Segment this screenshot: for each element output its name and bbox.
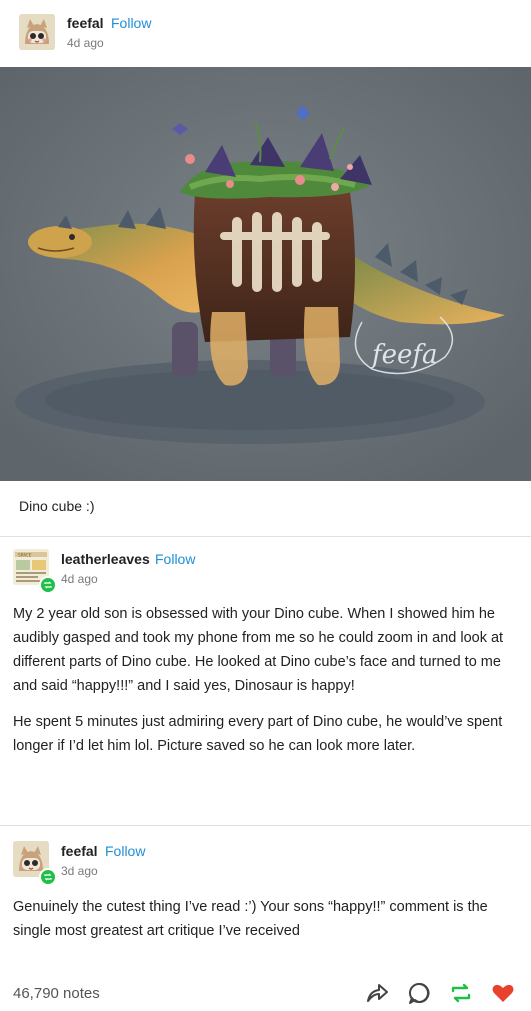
- post-author[interactable]: feefal: [67, 15, 104, 31]
- reblog-timestamp: 3d ago: [61, 864, 98, 878]
- like-icon[interactable]: [490, 980, 516, 1008]
- share-icon[interactable]: [364, 980, 390, 1008]
- follow-button[interactable]: Follow: [111, 15, 151, 31]
- paragraph: He spent 5 minutes just admiring every p…: [13, 714, 503, 754]
- paragraph: Genuinely the cutest thing I’ve read :’)…: [13, 899, 488, 939]
- reblog-badge-icon: [39, 576, 57, 594]
- notes-count[interactable]: 46,790 notes: [13, 985, 100, 1002]
- reblog-text: My 2 year old son is obsessed with your …: [13, 602, 518, 758]
- paragraph: My 2 year old son is obsessed with your …: [13, 606, 504, 694]
- divider: [0, 825, 531, 826]
- reblog-badge-icon: [39, 868, 57, 886]
- artist-watermark: feefa: [370, 340, 438, 370]
- post-timestamp: 4d ago: [67, 36, 104, 50]
- reblog-timestamp: 4d ago: [61, 572, 98, 586]
- reblog-icon[interactable]: [448, 980, 474, 1008]
- dino-cube-illustration: feefa: [0, 67, 531, 481]
- follow-button[interactable]: Follow: [105, 843, 145, 859]
- post-caption: Dino cube :): [19, 498, 95, 514]
- reply-icon[interactable]: [406, 980, 432, 1008]
- post-image[interactable]: feefa: [0, 67, 531, 481]
- reblog-author[interactable]: feefal: [61, 843, 98, 859]
- follow-button[interactable]: Follow: [155, 551, 195, 567]
- avatar-feefal[interactable]: [19, 14, 55, 50]
- svg-text:SPACE: SPACE: [18, 553, 32, 559]
- post-header: feefal Follow 4d ago: [0, 0, 531, 50]
- reblog-header: SPACE leatherleaves Follow 4d ago: [0, 536, 531, 594]
- reblog-header: feefal Follow 3d ago: [0, 828, 531, 886]
- reblog-author[interactable]: leatherleaves: [61, 551, 150, 567]
- reblog-text: Genuinely the cutest thing I’ve read :’)…: [13, 895, 518, 943]
